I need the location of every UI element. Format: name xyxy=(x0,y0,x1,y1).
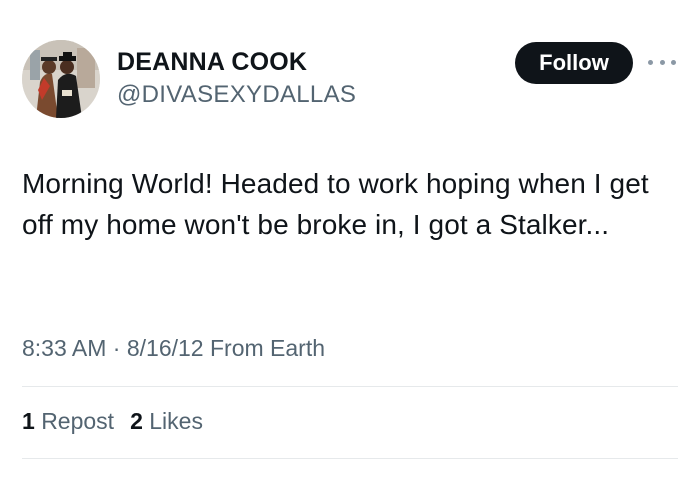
reposts-label: Repost xyxy=(41,408,115,434)
dot xyxy=(671,59,676,65)
tweet-source: From Earth xyxy=(209,335,326,361)
avatar[interactable] xyxy=(22,40,100,118)
tweet-header: DEANNA COOK @DIVASEXYDALLAS Follow xyxy=(22,40,682,120)
divider xyxy=(22,458,678,459)
likes-count: 2 xyxy=(130,408,143,434)
likes-label: Likes xyxy=(149,408,203,434)
author-display-name[interactable]: DEANNA COOK xyxy=(117,48,307,77)
dot xyxy=(648,59,653,65)
tweet-time[interactable]: 8:33 AM xyxy=(22,335,106,361)
dot xyxy=(659,59,665,65)
reposts-count: 1 xyxy=(22,408,35,434)
divider xyxy=(22,386,678,387)
author-handle[interactable]: @DIVASEXYDALLAS xyxy=(117,81,356,109)
likes-stat[interactable]: 2 Likes xyxy=(130,408,203,435)
engagement-stats: 1 Repost 2 Likes xyxy=(22,408,203,435)
follow-button[interactable]: Follow xyxy=(515,42,633,84)
tweet-text: Morning World! Headed to work hoping whe… xyxy=(22,168,649,240)
tweet-date[interactable]: 8/16/12 xyxy=(127,335,204,361)
tweet-meta: 8:33 AM · 8/16/12 From Earth xyxy=(22,335,325,362)
reposts-stat[interactable]: 1 Repost xyxy=(22,408,114,435)
more-horizontal-icon[interactable] xyxy=(648,52,676,72)
profile-photo-icon xyxy=(22,40,100,118)
meta-separator: · xyxy=(112,335,121,361)
